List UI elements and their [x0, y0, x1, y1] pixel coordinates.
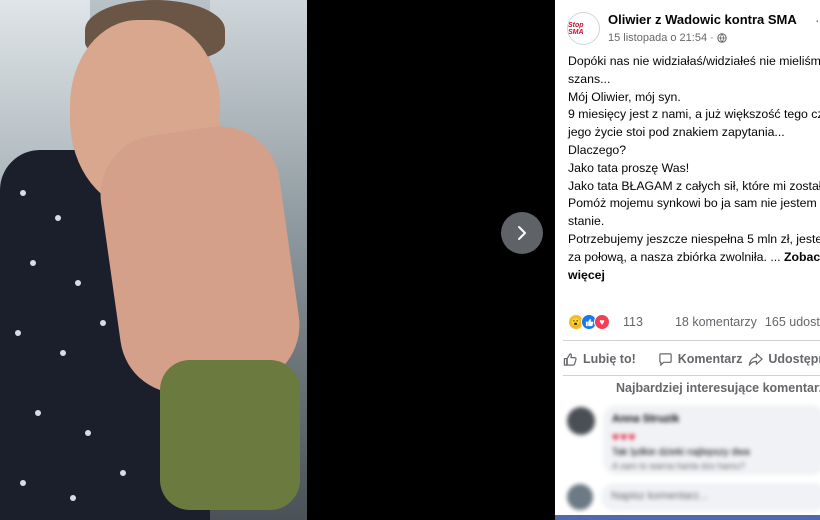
comment-label: Komentarz	[677, 352, 743, 366]
post-text-line: Pomóż mojemu synkowi bo ja sam nie jeste…	[568, 196, 820, 211]
like-button[interactable]: Lubię to!	[563, 352, 636, 367]
post-text-line: za połową, a nasza zbiórka zwolniła. ...…	[568, 249, 820, 267]
baby-pants	[160, 360, 300, 510]
post-text-line: stanie.	[568, 214, 605, 229]
reaction-count[interactable]: 113	[623, 315, 643, 329]
share-button[interactable]: Udostępnij	[748, 352, 820, 367]
see-more-link-continued[interactable]: więcej	[568, 267, 820, 285]
page-avatar[interactable]: Stop SMA	[567, 12, 600, 45]
shares-count[interactable]: 165 udostępnień	[765, 315, 820, 329]
divider	[563, 340, 820, 341]
post-text-line: Dopóki nas nie widziałaś/widziałeś nie m…	[568, 54, 820, 68]
commenter-name[interactable]: Anna Struzik	[612, 413, 679, 425]
post-text-line: jego życie stoi pod znakiem zapytania...	[568, 125, 785, 140]
chevron-right-icon	[518, 226, 526, 240]
post-text-line: Jako tata BŁAGAM z całych sił, które mi …	[568, 178, 820, 193]
post-timestamp[interactable]: 15 listopada o 21:54	[608, 32, 707, 44]
reactions-bar: 😮 ♥ 113 18 komentarzy 165 udostępnień	[568, 312, 820, 332]
divider	[563, 375, 820, 376]
comment-icon	[659, 352, 672, 366]
globe-icon	[717, 33, 727, 43]
write-comment: Napisz komentarz...	[567, 482, 820, 512]
like-label: Lubię to!	[583, 352, 636, 366]
post-text-line: 9 miesięcy jest z nami, a już większość …	[568, 107, 820, 122]
current-user-avatar	[567, 484, 593, 510]
post-text: Dopóki nas nie widziałaś/widziałeś nie m…	[568, 53, 820, 284]
comment-item: Anna Struzik ♥♥♥ Tak lydkie dzieki najle…	[567, 405, 820, 477]
comments-sort-dropdown[interactable]: Najbardziej interesujące komentarze	[616, 381, 820, 395]
reaction-icons[interactable]: 😮 ♥	[568, 314, 610, 330]
comment-hearts: ♥♥♥	[612, 430, 637, 444]
share-icon	[749, 352, 764, 366]
commenter-avatar[interactable]	[567, 407, 595, 435]
post-author[interactable]: Oliwier z Wadowic kontra SMA	[608, 12, 797, 27]
love-reaction-icon: ♥	[594, 314, 610, 330]
post-meta: 15 listopada o 21:54 ·	[608, 32, 727, 44]
post-text-line: Dlaczego?	[568, 142, 627, 157]
bottom-bar	[555, 515, 820, 520]
post-text-line: Jako tata proszę Was!	[568, 160, 690, 175]
thumbs-up-icon	[563, 352, 577, 366]
share-label: Udostępnij	[768, 352, 820, 366]
photo-viewer	[0, 0, 555, 520]
comment-subtext: A sam to warna hanla dzs hamu?	[612, 461, 746, 471]
post-photo[interactable]	[0, 0, 307, 520]
post-text-line-part: za połową, a nasza zbiórka zwolniła. ...	[568, 249, 781, 264]
post-header: Stop SMA Oliwier z Wadowic kontra SMA 15…	[567, 10, 817, 48]
avatar-logo: Stop SMA	[568, 21, 584, 36]
comment-input[interactable]: Napisz komentarz...	[601, 483, 820, 511]
meta-separator: ·	[710, 32, 714, 44]
post-actions: Lubię to! Komentarz Udostępnij	[563, 348, 820, 370]
post-text-line: szans...	[568, 71, 611, 86]
comments-count[interactable]: 18 komentarzy	[675, 315, 757, 329]
more-options-icon[interactable]: ·	[815, 12, 820, 28]
post-text-line: Potrzebujemy jeszcze niespełna 5 mln zł,…	[568, 231, 820, 246]
comment-text: Tak lydkie dzieki najlepszy dwa	[612, 447, 750, 458]
next-photo-button[interactable]	[501, 212, 543, 254]
comment-button[interactable]: Komentarz	[658, 352, 743, 367]
see-more-link[interactable]: Zobacz	[784, 250, 820, 264]
post-text-line: Mój Oliwier, mój syn.	[568, 89, 681, 104]
post-panel: Stop SMA Oliwier z Wadowic kontra SMA 15…	[555, 0, 820, 520]
